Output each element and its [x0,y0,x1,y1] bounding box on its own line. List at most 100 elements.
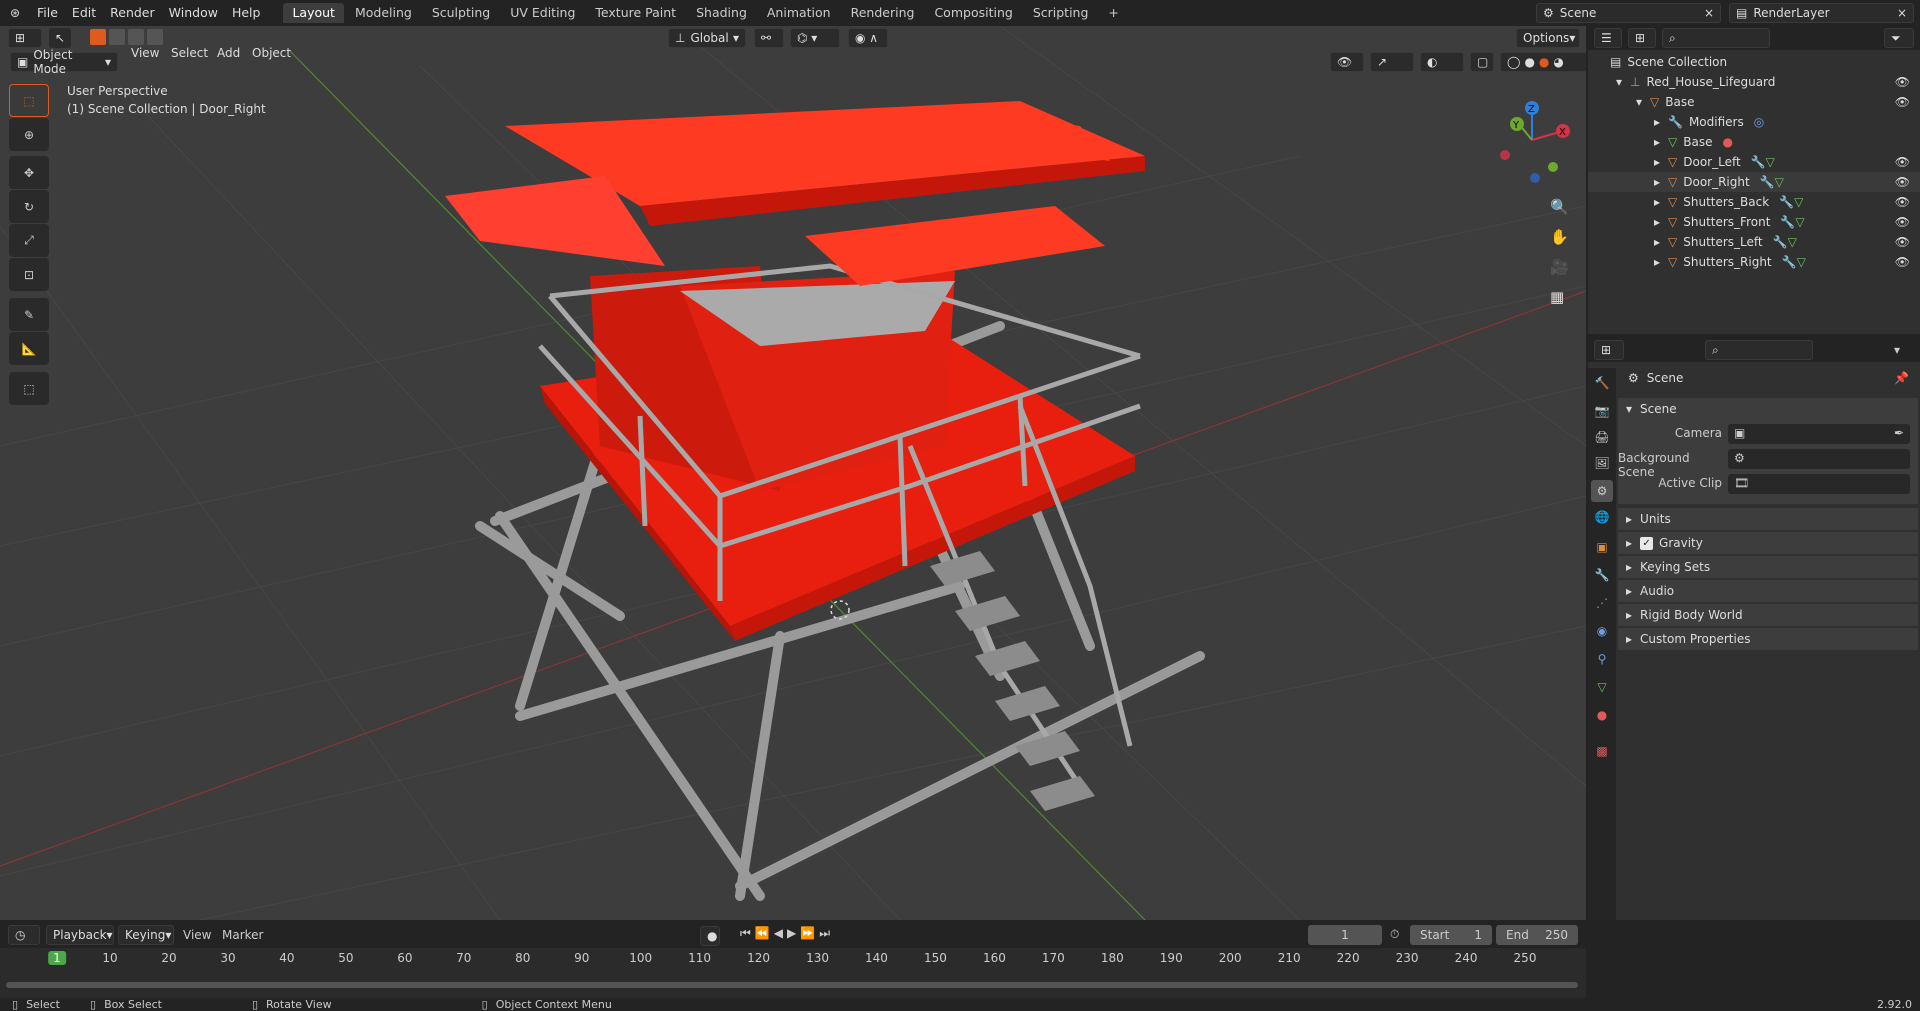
clock-icon[interactable]: ⏱ [1390,927,1399,942]
tab-compositing[interactable]: Compositing [925,3,1021,23]
outliner-item-base-mesh[interactable]: ▸ ▽ Base ● [1588,132,1920,152]
end-frame-field[interactable]: End 250 [1496,925,1578,945]
timeline-scrollbar[interactable] [6,982,1578,988]
menu-edit[interactable]: Edit [65,0,103,26]
navigation-gizmo[interactable]: Z X Y [1495,86,1585,186]
annotate-tool-icon[interactable]: ✎ [9,298,49,331]
particles-tab-icon[interactable]: ⋰ [1591,592,1613,614]
camera-view-icon[interactable]: 🎥 [1550,252,1569,282]
outliner-item-modifiers[interactable]: ▸ 🔧 Modifiers ◎ [1588,112,1920,132]
eyedropper-icon[interactable]: ✒ [1894,426,1904,440]
frame-ruler[interactable]: 1 10 20 30 40 50 60 70 80 90 100 110 120 130 140 150 160… [0,948,1586,972]
prev-keyframe-icon[interactable]: ⏪ [755,926,770,946]
close-icon[interactable]: × [1897,6,1907,20]
background-scene-field[interactable]: ⚙ [1728,449,1910,469]
chevron-down-icon[interactable]: ▾ [1616,75,1630,89]
keying-sets-panel-header[interactable]: ▸ Keying Sets [1618,556,1918,578]
overlay-toggle-icon[interactable]: ◐ [1420,52,1464,72]
proportional-edit-button[interactable]: ◉ ∧ [848,28,888,48]
snap-dropdown[interactable]: ⌬ ▾ [790,28,840,48]
orientation-dropdown[interactable]: ⊥ Global ▾ [668,28,746,48]
mode-subtract-icon[interactable] [128,29,144,45]
modifier-tab-icon[interactable]: 🔧 [1591,564,1613,586]
tab-layout[interactable]: Layout [283,3,344,23]
wireframe-shading-icon[interactable]: ◯ [1507,55,1520,69]
jump-end-icon[interactable]: ⏭ [819,926,830,946]
eye-icon[interactable]: 👁 [1895,255,1910,269]
chevron-right-icon[interactable]: ▸ [1654,255,1668,269]
solid-shading-icon[interactable]: ● [1524,55,1534,69]
properties-search-input[interactable]: ⌕ [1705,340,1813,360]
keying-dropdown[interactable]: Keying ▾ [118,925,174,945]
tab-rendering[interactable]: Rendering [842,3,924,23]
world-tab-icon[interactable]: 🌐 [1591,506,1613,528]
menu-window[interactable]: Window [162,0,225,26]
3d-viewport[interactable]: ⊞ ↖ ⊥ Global ▾ ⚯ ⌬ ▾ ◉ ∧ Options ▾ ▣ Object … [0,26,1586,920]
chevron-right-icon[interactable]: ▸ [1654,115,1668,129]
custom-properties-panel-header[interactable]: ▸ Custom Properties [1618,628,1918,650]
xray-icon[interactable]: ▢ [1470,52,1494,72]
gravity-checkbox[interactable]: ✓ [1640,536,1654,550]
next-keyframe-icon[interactable]: ⏩ [800,926,815,946]
rendered-shading-icon[interactable]: ◕ [1553,55,1563,69]
pan-hand-icon[interactable]: ✋ [1550,222,1569,252]
playback-dropdown[interactable]: Playback ▾ [46,925,114,945]
menu-add[interactable]: Add [217,45,240,61]
tab-shading[interactable]: Shading [687,3,756,23]
outliner-item-door-right[interactable]: ▸ ▽ Door_Right 🔧 ▽ 👁 [1588,172,1920,192]
rotate-tool-icon[interactable]: ↻ [9,190,49,223]
audio-panel-header[interactable]: ▸ Audio [1618,580,1918,602]
start-frame-field[interactable]: Start 1 [1410,925,1492,945]
play-reverse-icon[interactable]: ◀ [774,926,783,946]
chevron-down-icon[interactable]: ▾ [1894,343,1914,357]
select-tool-icon[interactable]: ↖ [49,28,71,48]
constraints-tab-icon[interactable]: ⚲ [1591,648,1613,670]
outliner-item-shutters-right[interactable]: ▸ ▽ Shutters_Right 🔧 ▽ 👁 [1588,252,1920,272]
editor-type-icon[interactable]: ⊞ [1594,340,1624,360]
record-icon[interactable]: ● [700,926,720,946]
view-layer-tab-icon[interactable]: 🖼 [1591,452,1613,474]
selection-modes[interactable] [90,29,163,45]
scene-section-header[interactable]: ▾ Scene [1618,398,1918,420]
eye-icon[interactable]: 👁 [1895,195,1910,209]
chevron-right-icon[interactable]: ▸ [1654,235,1668,249]
tab-texture-paint[interactable]: Texture Paint [586,3,685,23]
options-dropdown[interactable]: Options ▾ [1516,28,1580,48]
menu-file[interactable]: File [30,0,65,26]
eye-icon[interactable]: 👁 [1895,75,1910,89]
outliner-root[interactable]: ▤ Scene Collection [1588,52,1920,72]
chevron-right-icon[interactable]: ▸ [1654,175,1668,189]
display-mode-icon[interactable]: ⊞ [1628,28,1656,48]
camera-field[interactable]: ▣ ✒ [1728,424,1910,444]
object-tab-icon[interactable]: ▣ [1591,536,1613,558]
menu-render[interactable]: Render [103,0,162,26]
menu-marker[interactable]: Marker [222,928,263,942]
chevron-right-icon[interactable]: ▸ [1654,195,1668,209]
measure-tool-icon[interactable]: 📐 [9,332,49,365]
eye-icon[interactable]: 👁 [1895,235,1910,249]
render-tab-icon[interactable]: 📷 [1591,400,1613,422]
current-frame-field[interactable]: 1 [1308,925,1382,945]
data-tab-icon[interactable]: ▽ [1591,676,1613,698]
tab-sculpting[interactable]: Sculpting [423,3,499,23]
tab-modeling[interactable]: Modeling [346,3,421,23]
chevron-right-icon[interactable]: ▸ [1654,155,1668,169]
physics-tab-icon[interactable]: ◉ [1591,620,1613,642]
units-panel-header[interactable]: ▸ Units [1618,508,1918,530]
gizmo-toggle-icon[interactable]: ↗ [1370,52,1414,72]
scene-tab-icon[interactable]: ⚙ [1591,480,1613,502]
zoom-icon[interactable]: 🔍 [1550,192,1569,222]
editor-type-icon[interactable]: ◷ [8,925,40,945]
jump-start-icon[interactable]: ⏮ [740,926,751,946]
scale-tool-icon[interactable]: ⤢ [9,224,49,257]
pin-icon[interactable]: 📌 [1894,371,1909,385]
render-layer-selector[interactable]: ▤ RenderLayer × [1729,3,1914,23]
outliner-item-shutters-front[interactable]: ▸ ▽ Shutters_Front 🔧 ▽ 👁 [1588,212,1920,232]
tool-tab-icon[interactable]: 🔨 [1591,372,1613,394]
outliner-item-red-house[interactable]: ▾ ⊥ Red_House_Lifeguard 👁 [1588,72,1920,92]
chevron-right-icon[interactable]: ▸ [1654,215,1668,229]
play-icon[interactable]: ▶ [787,926,796,946]
outliner-item-base[interactable]: ▾ ▽ Base 👁 [1588,92,1920,112]
output-tab-icon[interactable]: 🖨 [1591,426,1613,448]
transform-tool-icon[interactable]: ⊡ [9,258,49,291]
